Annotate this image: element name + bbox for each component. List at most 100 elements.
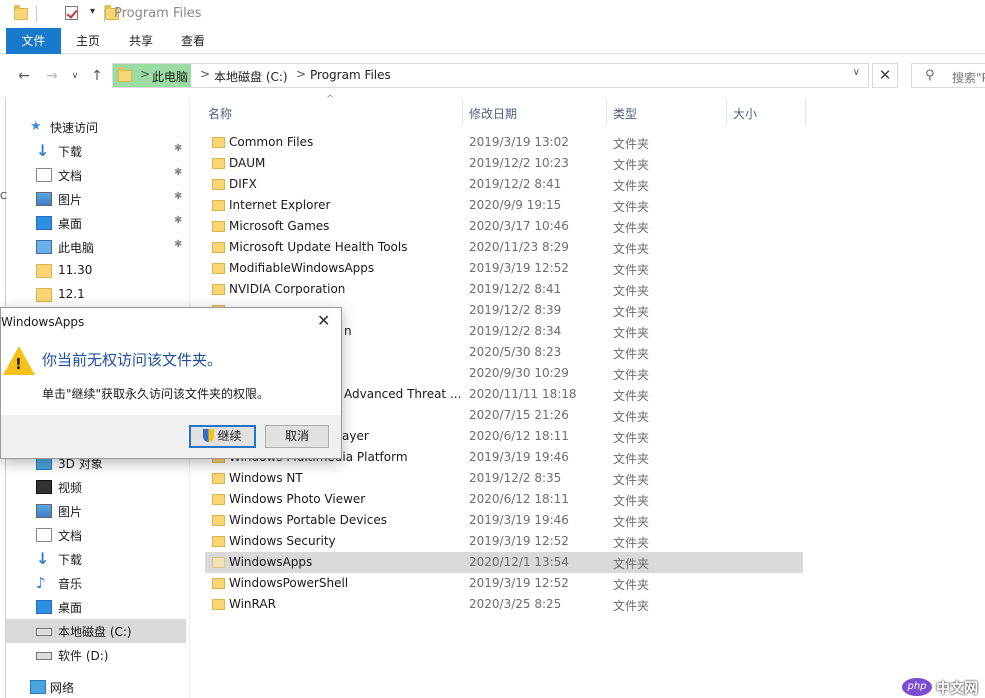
sidebar-item-pictures-pc[interactable]: 图片	[6, 499, 186, 523]
continue-button[interactable]: 继续	[189, 425, 256, 448]
address-bar[interactable]: > 此电脑 > 本地磁盘 (C:) > Program Files ∨	[112, 63, 869, 88]
file-date: 2020/5/30 8:23	[469, 345, 562, 359]
folder-icon	[212, 179, 225, 190]
drive-icon	[36, 628, 52, 636]
sidebar-item-downloads[interactable]: ↓ 下载 ✱	[6, 139, 186, 163]
file-type: 文件夹	[613, 578, 650, 592]
dialog-title: WindowsApps	[1, 315, 85, 329]
sidebar-item-documents[interactable]: 文档 ✱	[6, 163, 186, 187]
quick-access-dropdown-icon[interactable]: ▾	[90, 6, 95, 17]
close-icon[interactable]: ✕	[317, 311, 330, 330]
sidebar-item-local-disk-c[interactable]: 本地磁盘 (C:)	[6, 619, 186, 643]
tab-home[interactable]: 主页	[62, 28, 114, 54]
watermark-text: 中文网	[936, 681, 978, 697]
pin-icon[interactable]: ✱	[174, 191, 182, 202]
file-row[interactable]: DIFX 2019/12/2 8:41 文件夹	[205, 174, 803, 195]
crumb-this-pc[interactable]: 此电脑	[152, 68, 188, 85]
pin-icon[interactable]: ✱	[174, 239, 182, 250]
column-divider[interactable]	[726, 99, 727, 125]
file-type: 文件夹	[613, 221, 650, 235]
sidebar-item-label: 下载	[58, 145, 83, 159]
file-row[interactable]: WindowsPowerShell 2019/3/19 12:52 文件夹	[205, 573, 803, 594]
sidebar-item-music[interactable]: ♪ 音乐	[6, 571, 186, 595]
file-row[interactable]: WinRAR 2020/3/25 8:25 文件夹	[205, 594, 803, 615]
column-divider[interactable]	[606, 99, 607, 125]
column-divider[interactable]	[805, 99, 806, 125]
file-name: WindowsPowerShell	[229, 576, 349, 590]
column-headers: ^ 名称 修改日期 类型 大小	[200, 94, 985, 127]
tab-share[interactable]: 共享	[115, 28, 167, 54]
cancel-button[interactable]: 取消	[265, 425, 329, 448]
sidebar-item-network[interactable]: 网络	[6, 675, 186, 698]
pictures-icon	[36, 192, 52, 206]
tab-view[interactable]: 查看	[167, 28, 219, 54]
file-name: n	[344, 324, 352, 338]
file-row[interactable]: Microsoft Games 2020/3/17 10:46 文件夹	[205, 216, 803, 237]
sidebar-item-videos[interactable]: 视频	[6, 475, 186, 499]
file-date: 2019/12/2 8:39	[469, 303, 562, 317]
sidebar-item-desktop[interactable]: 桌面 ✱	[6, 211, 186, 235]
address-dropdown-icon[interactable]: ∨	[853, 67, 860, 78]
column-name[interactable]: 名称	[208, 105, 232, 122]
sidebar-item-quick-access[interactable]: ★ 快速访问	[6, 115, 186, 139]
drive-icon	[36, 652, 52, 660]
file-name: WindowsApps	[229, 555, 313, 569]
pin-icon[interactable]: ✱	[174, 167, 182, 178]
file-row[interactable]: Internet Explorer 2020/9/9 19:15 文件夹	[205, 195, 803, 216]
file-row[interactable]: ModifiableWindowsApps 2019/3/19 12:52 文件夹	[205, 258, 803, 279]
file-date: 2020/12/1 13:54	[469, 555, 569, 569]
column-divider[interactable]	[462, 99, 463, 125]
sidebar-item-folder-121[interactable]: 12.1	[6, 283, 186, 307]
file-type: 文件夹	[613, 200, 650, 214]
file-row[interactable]: Windows Portable Devices 2019/3/19 19:46 文…	[205, 510, 803, 531]
file-row-selected[interactable]: WindowsApps 2020/12/1 13:54 文件夹	[205, 552, 803, 573]
up-icon[interactable]: ↑	[88, 67, 106, 85]
back-icon[interactable]: ←	[15, 67, 33, 85]
properties-icon[interactable]	[64, 6, 78, 20]
file-name: ayer	[342, 429, 369, 443]
column-type[interactable]: 类型	[613, 105, 637, 122]
folder-icon	[212, 473, 225, 484]
forward-icon[interactable]: →	[43, 67, 61, 85]
file-row[interactable]: Common Files 2019/3/19 13:02 文件夹	[205, 132, 803, 153]
sidebar-item-this-pc-pinned[interactable]: 此电脑 ✱	[6, 235, 186, 259]
file-row[interactable]: Microsoft Update Health Tools 2020/11/23 …	[205, 237, 803, 258]
sidebar-item-folder-1130[interactable]: 11.30	[6, 259, 186, 283]
folder-icon	[212, 137, 225, 148]
network-icon	[30, 680, 46, 694]
file-type: 文件夹	[613, 326, 650, 340]
pin-icon[interactable]: ✱	[174, 215, 182, 226]
video-icon	[36, 480, 52, 494]
file-row[interactable]: Windows Photo Viewer 2020/6/12 18:11 文件夹	[205, 489, 803, 510]
computer-icon	[36, 240, 52, 254]
star-icon: ★	[30, 119, 42, 134]
crumb-separator: >	[140, 67, 151, 81]
recent-locations-icon[interactable]: ∨	[66, 67, 84, 85]
tab-file[interactable]: 文件	[6, 28, 61, 54]
sidebar-item-downloads-pc[interactable]: ↓ 下载	[6, 547, 186, 571]
file-date: 2020/9/30 10:29	[469, 366, 569, 380]
file-date: 2019/3/19 12:52	[469, 534, 569, 548]
sidebar-item-software-d[interactable]: 软件 (D:)	[6, 643, 186, 667]
crumb-program-files[interactable]: Program Files	[310, 68, 391, 82]
site-watermark: php 中文网	[902, 676, 985, 698]
file-date: 2019/3/19 19:46	[469, 513, 569, 527]
sidebar-item-documents-pc[interactable]: 文档	[6, 523, 186, 547]
pin-icon[interactable]: ✱	[174, 143, 182, 154]
sidebar-item-desktop-pc[interactable]: 桌面	[6, 595, 186, 619]
file-row[interactable]: Windows NT 2019/12/2 8:35 文件夹	[205, 468, 803, 489]
column-size[interactable]: 大小	[733, 105, 757, 122]
search-box[interactable]: ⚲ 搜索"P	[911, 63, 985, 88]
clear-address-icon[interactable]: ✕	[872, 63, 898, 88]
file-row[interactable]: NVIDIA Corporation 2019/12/2 8:41 文件夹	[205, 279, 803, 300]
file-row[interactable]: Windows Security 2019/3/19 12:52 文件夹	[205, 531, 803, 552]
folder-icon	[212, 200, 225, 211]
sidebar-item-pictures[interactable]: 图片 ✱	[6, 187, 186, 211]
sidebar-item-label: 软件 (D:)	[58, 649, 109, 663]
column-date[interactable]: 修改日期	[469, 105, 517, 122]
permission-dialog: WindowsApps ✕ ! 你当前无权访问该文件夹。 单击"继续"获取永久访…	[0, 307, 342, 459]
sidebar-item-label: 此电脑	[58, 241, 95, 255]
crumb-local-disk[interactable]: 本地磁盘 (C:)	[214, 68, 288, 85]
file-row[interactable]: DAUM 2019/12/2 10:23 文件夹	[205, 153, 803, 174]
sidebar-item-label: 网络	[50, 681, 75, 695]
